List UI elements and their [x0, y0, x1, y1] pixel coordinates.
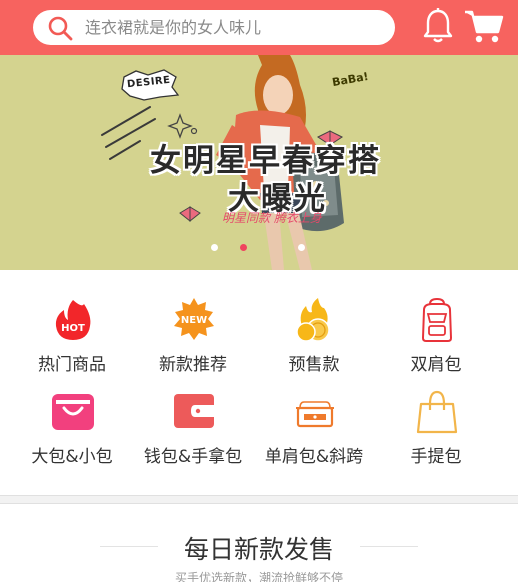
top-bar	[0, 0, 518, 55]
hot-icon: HOT	[55, 300, 91, 340]
bell-icon[interactable]	[422, 8, 454, 44]
banner-subtitle: 明星同款 腾衣上身	[222, 211, 322, 225]
category-shoulder-bag[interactable]: 单肩包&斜跨	[254, 390, 374, 470]
shoulder-bag-icon	[296, 401, 334, 428]
svg-text:NEW: NEW	[181, 315, 207, 326]
backpack-icon	[421, 298, 453, 342]
section-title: 每日新款发售	[183, 535, 334, 564]
category-label: 钱包&手拿包	[143, 447, 243, 467]
category-presale[interactable]: 预售款	[254, 298, 374, 378]
section-divider	[0, 495, 518, 504]
category-big-small-bag[interactable]: 大包&小包	[12, 390, 132, 470]
section-subtitle: 买手优选新款，潮流抢鲜够不停	[174, 571, 343, 582]
carousel-dot[interactable]	[211, 244, 218, 251]
category-label: 手提包	[410, 447, 462, 467]
carousel-dot[interactable]	[298, 244, 305, 251]
wallet-icon	[174, 394, 214, 428]
category-label: 大包&小包	[31, 447, 113, 467]
cart-icon[interactable]	[464, 8, 504, 44]
category-label: 热门商品	[38, 355, 106, 375]
shopping-bag-icon	[52, 394, 94, 430]
category-label: 新款推荐	[159, 355, 227, 375]
title-rule-right	[360, 546, 418, 547]
category-label: 预售款	[288, 355, 340, 375]
category-new[interactable]: NEW 新款推荐	[133, 298, 253, 378]
category-grid: HOT 热门商品 NEW 新款推荐 预售款 双肩包 大包&小包 钱包&手拿包 单…	[0, 270, 518, 495]
category-label: 单肩包&斜跨	[264, 447, 364, 467]
coins-icon	[296, 298, 330, 342]
category-handbag[interactable]: 手提包	[376, 390, 496, 470]
search-icon[interactable]	[47, 15, 73, 41]
category-label: 双肩包	[410, 355, 462, 375]
carousel-indicator	[211, 244, 311, 254]
category-backpack[interactable]: 双肩包	[376, 298, 496, 378]
carousel-dot-active[interactable]	[240, 244, 247, 251]
search-input[interactable]	[85, 10, 385, 45]
new-badge-icon: NEW	[174, 298, 214, 340]
search-box[interactable]	[33, 10, 395, 45]
handbag-icon	[416, 390, 458, 434]
svg-text:HOT: HOT	[61, 323, 85, 334]
category-wallet[interactable]: 钱包&手拿包	[133, 390, 253, 470]
promo-banner[interactable]: DESIRE BaBa! 女明星早春穿搭 大曝光 明星同款 腾衣上身	[0, 55, 518, 270]
category-hot[interactable]: HOT 热门商品	[12, 298, 132, 378]
